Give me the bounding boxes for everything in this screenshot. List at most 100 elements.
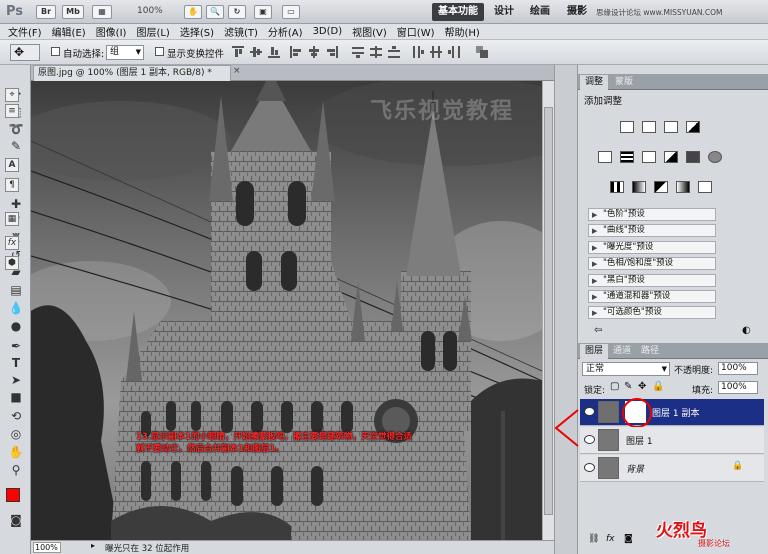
arrange-documents-button[interactable]: ▣ [254, 5, 272, 19]
brushes-panel-icon[interactable]: ≡ [5, 104, 19, 118]
menu-window[interactable]: 窗口(W) [397, 24, 435, 39]
tab-paths[interactable]: 路径 [636, 344, 664, 359]
color-balance-icon[interactable] [642, 151, 656, 163]
clip-to-layer-icon[interactable]: ◐ [742, 325, 751, 336]
fill-input[interactable]: 100% [718, 381, 758, 394]
status-menu-arrow-icon[interactable]: ▸ [91, 541, 95, 550]
visibility-eye-icon[interactable] [584, 463, 595, 472]
healing-brush-tool-icon[interactable]: ✚ [8, 196, 24, 212]
hand-tool-icon[interactable]: ✋ [8, 444, 24, 460]
document-tab[interactable]: 原图.jpg @ 100% (图层 1 副本, RGB/8) * [33, 65, 231, 81]
zoom-tool-button[interactable]: 🔍 [206, 5, 224, 19]
zoom-level[interactable]: 100% [137, 6, 163, 16]
distribute-right-icon[interactable] [448, 46, 460, 58]
workspace-design[interactable]: 设计 [488, 3, 520, 21]
blend-mode-dropdown[interactable]: 正常 ▼ [582, 362, 670, 376]
shape-tool-icon[interactable]: ■ [8, 389, 24, 405]
channel-mixer-icon[interactable] [708, 151, 722, 163]
foreground-color-swatch[interactable] [6, 488, 20, 502]
menu-filter[interactable]: 滤镜(T) [224, 24, 258, 39]
extras-dropdown[interactable]: ▦ [92, 5, 112, 19]
screen-mode-button[interactable]: ▭ [282, 5, 300, 19]
pen-tool-icon[interactable]: ✒ [8, 338, 24, 354]
preset-exposure[interactable]: ▶ "曝光度"预设 [588, 241, 716, 254]
scrollbar-thumb[interactable] [544, 107, 553, 515]
tool-preset-picker[interactable]: ✥ [10, 44, 40, 61]
distribute-top-icon[interactable] [352, 46, 364, 58]
tab-masks[interactable]: 蒙版 [610, 75, 638, 90]
distribute-left-icon[interactable] [412, 46, 424, 58]
document-canvas[interactable] [31, 81, 542, 540]
3d-rotate-tool-icon[interactable]: ⟲ [8, 408, 24, 424]
3d-orbit-tool-icon[interactable]: ◎ [8, 426, 24, 442]
workspace-painting[interactable]: 绘画 [524, 3, 556, 21]
quick-selection-tool-icon[interactable]: ✎ [8, 138, 24, 154]
clone-source-panel-icon[interactable]: ▦ [5, 212, 19, 226]
menu-layer[interactable]: 图层(L) [136, 24, 169, 39]
lasso-tool-icon[interactable]: ➰ [8, 121, 24, 137]
menu-view[interactable]: 视图(V) [352, 24, 387, 39]
auto-align-layers-icon[interactable] [476, 46, 488, 58]
menu-select[interactable]: 选择(S) [180, 24, 214, 39]
hue-saturation-icon[interactable] [620, 151, 634, 163]
workspace-photography[interactable]: 摄影 [561, 3, 593, 21]
gradient-tool-icon[interactable]: ▤ [8, 282, 24, 298]
tab-adjustments[interactable]: 调整 [580, 75, 609, 90]
path-selection-tool-icon[interactable]: ➤ [8, 372, 24, 388]
distribute-vcenter-icon[interactable] [370, 46, 382, 58]
layer-row-layer1[interactable]: 图层 1 [580, 427, 764, 454]
align-bottom-icon[interactable] [268, 46, 280, 58]
layer-row-background[interactable]: 背景 🔒 [580, 455, 764, 482]
tab-channels[interactable]: 通道 [608, 344, 636, 359]
dodge-tool-icon[interactable]: ● [8, 318, 24, 334]
paragraph-panel-icon[interactable]: ¶ [5, 178, 19, 192]
preset-levels[interactable]: ▶ "色阶"预设 [588, 208, 716, 221]
posterize-icon[interactable] [632, 181, 646, 193]
auto-select-checkbox[interactable] [51, 47, 60, 56]
opacity-input[interactable]: 100% [718, 362, 758, 375]
return-to-list-icon[interactable]: ⇦ [594, 325, 602, 336]
distribute-bottom-icon[interactable] [388, 46, 400, 58]
preset-black-white[interactable]: ▶ "黑白"预设 [588, 274, 716, 287]
character-panel-icon[interactable]: A [5, 158, 19, 172]
fx-panel-icon[interactable]: fx [5, 236, 19, 250]
menu-help[interactable]: 帮助(H) [445, 24, 480, 39]
history-panel-icon[interactable]: ⌖ [5, 88, 19, 102]
menu-3d[interactable]: 3D(D) [313, 26, 343, 37]
invert-icon[interactable] [610, 181, 624, 193]
menu-file[interactable]: 文件(F) [8, 24, 42, 39]
menu-analysis[interactable]: 分析(A) [268, 24, 303, 39]
blur-tool-icon[interactable]: 💧 [8, 300, 24, 316]
bridge-button[interactable]: Br [36, 5, 56, 19]
black-white-icon[interactable] [664, 151, 678, 163]
hand-tool-button[interactable]: ✋ [184, 5, 202, 19]
distribute-hcenter-icon[interactable] [430, 46, 442, 58]
link-layers-icon[interactable]: ⛓ [588, 534, 599, 544]
lock-pixels-icon[interactable]: ✎ [624, 381, 632, 392]
rotate-view-button[interactable]: ↻ [228, 5, 246, 19]
vertical-scrollbar[interactable] [542, 81, 554, 540]
preset-hue-saturation[interactable]: ▶ "色相/饱和度"预设 [588, 257, 716, 270]
brightness-contrast-icon[interactable] [620, 121, 634, 133]
curves-icon[interactable] [664, 121, 678, 133]
gradient-map-icon[interactable] [676, 181, 690, 193]
layer-style-icon[interactable]: fx [606, 534, 615, 544]
lock-transparency-icon[interactable]: ▢ [610, 381, 619, 392]
quick-mask-icon[interactable]: ◙ [8, 512, 24, 528]
exposure-icon[interactable] [686, 121, 700, 133]
preset-channel-mixer[interactable]: ▶ "通道混和器"预设 [588, 290, 716, 303]
swatches-panel-icon[interactable]: ⬢ [5, 256, 19, 270]
lock-all-icon[interactable]: 🔒 [652, 381, 664, 392]
workspace-essentials[interactable]: 基本功能 [432, 3, 484, 21]
close-icon[interactable]: × [233, 66, 241, 76]
status-zoom-field[interactable]: 100% [33, 542, 61, 553]
layer-row-copy[interactable]: 图层 1 副本 [580, 399, 764, 426]
vibrance-icon[interactable] [598, 151, 612, 163]
show-transform-checkbox[interactable] [155, 47, 164, 56]
mini-bridge-button[interactable]: Mb [62, 5, 84, 19]
menu-edit[interactable]: 编辑(E) [52, 24, 86, 39]
tab-layers[interactable]: 图层 [580, 344, 609, 359]
threshold-icon[interactable] [654, 181, 668, 193]
visibility-eye-icon[interactable] [584, 435, 595, 444]
preset-selective-color[interactable]: ▶ "可选颜色"预设 [588, 306, 716, 319]
